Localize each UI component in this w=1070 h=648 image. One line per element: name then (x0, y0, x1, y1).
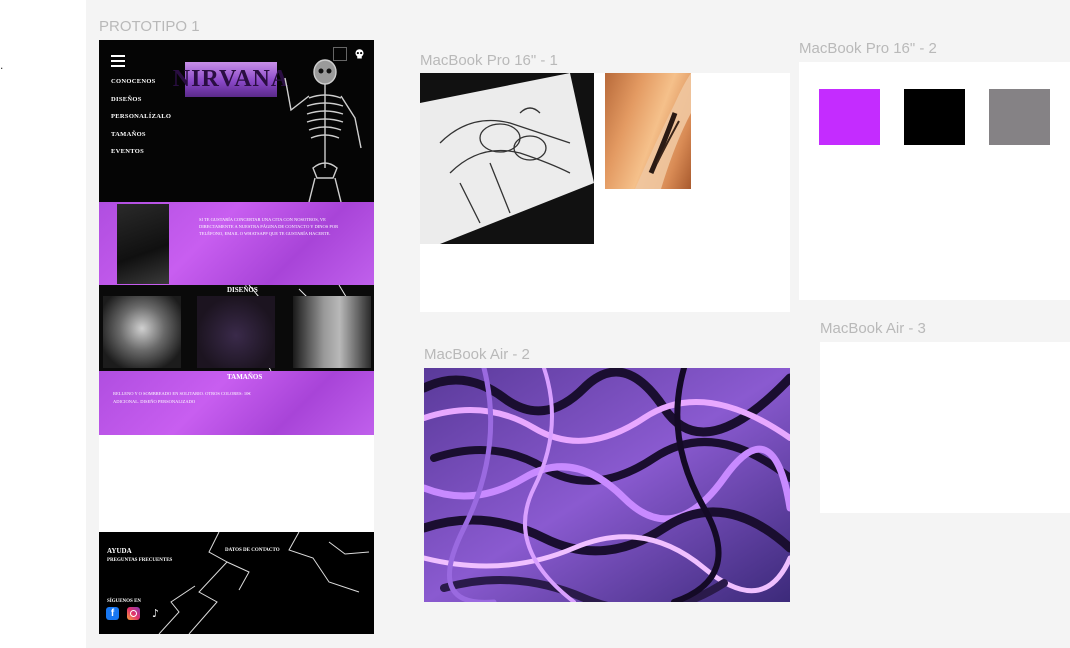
frame-label-pro16-1[interactable]: MacBook Pro 16" - 1 (420, 52, 558, 69)
nav-menu: CONOCENOS DISEÑOS PERSONALÍZALO TAMAÑOS … (111, 78, 171, 166)
frame-label-pro16-2[interactable]: MacBook Pro 16" - 2 (799, 40, 937, 57)
nirvana-logo: NIRVANA (173, 62, 288, 97)
footer-help-heading: AYUDA (107, 547, 132, 555)
marble-purple-background-image[interactable] (424, 368, 790, 602)
footer-faq-link[interactable]: PREGUNTAS FRECUENTES (107, 558, 172, 563)
nav-item-tamanos[interactable]: TAMAÑOS (111, 131, 171, 138)
frame-air-3[interactable] (820, 342, 1070, 513)
frame-label-air-3[interactable]: MacBook Air - 3 (820, 320, 926, 337)
facebook-icon[interactable]: f (106, 607, 119, 620)
color-swatch-gray[interactable] (989, 89, 1050, 145)
tiktok-icon[interactable]: ♪ (149, 607, 162, 620)
footer-contact-link[interactable]: DATOS DE CONTACTO (225, 548, 280, 553)
design-image-3[interactable] (293, 296, 371, 368)
intro-text: SI TE GUSTARÍA CONCERTAR UNA CITA CON NO… (199, 217, 339, 236)
design-image-1[interactable] (103, 296, 181, 368)
sizes-title: TAMAÑOS (227, 373, 263, 381)
tattoo-sketch-image[interactable] (420, 73, 594, 244)
sizes-text: RELLENO Y O SOMBREADO EN SOLITARIO. OTRO… (113, 391, 251, 404)
nav-item-personalizalo[interactable]: PERSONALÍZALO (111, 113, 171, 120)
nav-item-disenos[interactable]: DISEÑOS (111, 96, 171, 103)
footer-follow-label: SÍGUENOS EN (107, 599, 142, 604)
stray-mark: . (0, 58, 4, 72)
designs-title: DISEÑOS (227, 286, 258, 294)
frame-label-air-2[interactable]: MacBook Air - 2 (424, 346, 530, 363)
nav-item-conocenos[interactable]: CONOCENOS (111, 78, 171, 85)
design-image-2[interactable] (197, 296, 275, 368)
frame-label-prototype[interactable]: PROTOTIPO 1 (99, 18, 200, 35)
color-swatch-purple[interactable] (819, 89, 880, 145)
studio-photo (117, 204, 169, 284)
hamburger-menu-icon[interactable] (111, 55, 125, 70)
prototype-frame[interactable]: CONOCENOS DISEÑOS PERSONALÍZALO TAMAÑOS … (99, 40, 374, 634)
nav-item-eventos[interactable]: EVENTOS (111, 148, 171, 155)
skeleton-illustration (284, 59, 362, 202)
instagram-icon[interactable] (127, 607, 140, 620)
color-swatch-black[interactable] (904, 89, 965, 145)
arm-tattoo-photo[interactable] (605, 73, 691, 189)
